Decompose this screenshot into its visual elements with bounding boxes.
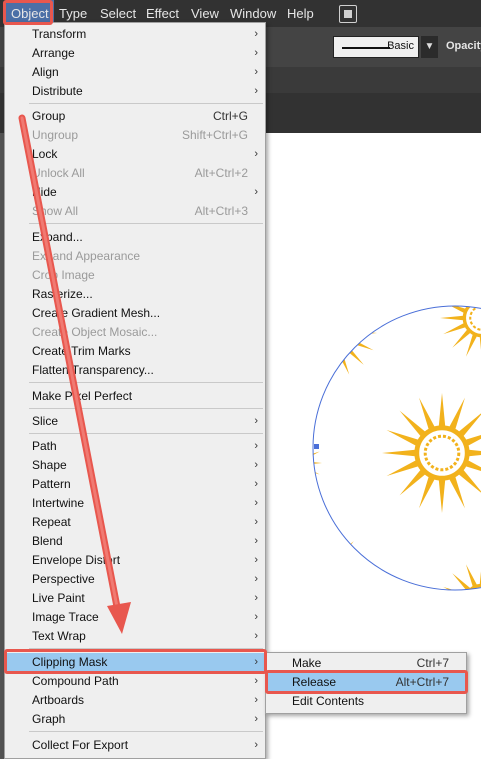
annotation-arrow — [18, 114, 131, 634]
arrow-head-icon — [107, 602, 131, 634]
